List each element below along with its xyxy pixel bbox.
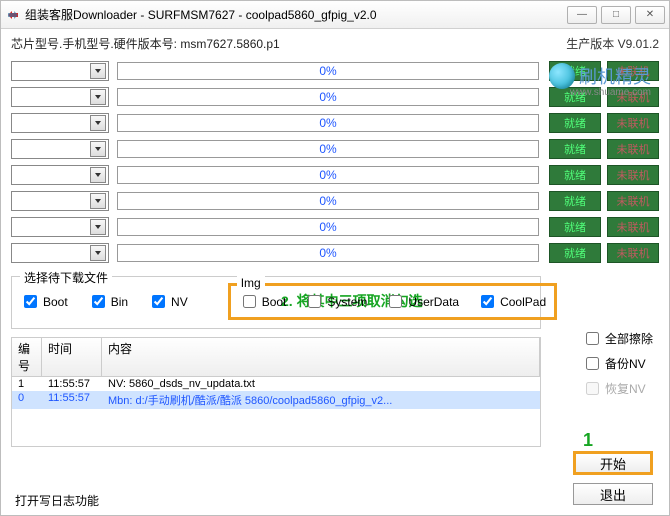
port-combo[interactable]: [11, 113, 109, 133]
app-window: 组装客服Downloader - SURFMSM7627 - coolpad58…: [0, 0, 670, 516]
progress-value: 0%: [319, 142, 336, 156]
checkbox-img-system[interactable]: System: [304, 292, 367, 311]
log-row[interactable]: 011:55:57Mbn: d:/手动刷机/酷派/酷派 5860/coolpad…: [12, 391, 540, 409]
version-info: 生产版本 V9.01.2: [566, 35, 659, 52]
log-header-time: 时间: [42, 338, 102, 376]
status-ready: 就绪: [549, 217, 601, 237]
progress-bar: 0%: [117, 218, 539, 236]
device-row: 0% 就绪未联机: [11, 162, 659, 188]
progress-bar: 0%: [117, 166, 539, 184]
progress-value: 0%: [319, 168, 336, 182]
progress-bar: 0%: [117, 62, 539, 80]
exit-button[interactable]: 退出: [573, 483, 653, 505]
device-row: 0% 就绪未联机: [11, 136, 659, 162]
maximize-button[interactable]: □: [601, 6, 631, 24]
chevron-down-icon[interactable]: [90, 219, 106, 235]
port-combo[interactable]: [11, 243, 109, 263]
footer-text: 打开写日志功能: [15, 492, 99, 509]
minimize-button[interactable]: —: [567, 6, 597, 24]
annotation-step1: 1: [583, 430, 593, 451]
checkbox-restore-nv[interactable]: 恢复NV: [582, 379, 653, 398]
status-ready: 就绪: [549, 113, 601, 133]
file-group: 选择待下载文件 Boot Bin NV Img Boot System User…: [11, 276, 541, 329]
device-row: 0% 就绪未联机: [11, 214, 659, 240]
checkbox-img-coolpad[interactable]: CoolPad: [477, 292, 546, 311]
progress-value: 0%: [319, 64, 336, 78]
log-list[interactable]: 编号 时间 内容 111:55:57NV: 5860_dsds_nv_updat…: [11, 337, 541, 447]
status-connection: 未联机: [607, 139, 659, 159]
brand-icon: [549, 63, 575, 89]
progress-bar: 0%: [117, 140, 539, 158]
progress-bar: 0%: [117, 244, 539, 262]
img-group-highlight: Img Boot System UserData CoolPad: [228, 283, 557, 320]
checkbox-img-userdata[interactable]: UserData: [385, 292, 459, 311]
chip-info: 芯片型号.手机型号.硬件版本号: msm7627.5860.p1: [11, 35, 280, 52]
chevron-down-icon[interactable]: [90, 167, 106, 183]
log-header-num: 编号: [12, 338, 42, 376]
brand-text: 刷机精灵: [579, 63, 651, 89]
progress-bar: 0%: [117, 88, 539, 106]
progress-value: 0%: [319, 116, 336, 130]
status-connection: 未联机: [607, 165, 659, 185]
checkbox-backup-nv[interactable]: 备份NV: [582, 354, 653, 373]
port-combo[interactable]: [11, 139, 109, 159]
status-ready: 就绪: [549, 243, 601, 263]
log-header-content: 内容: [102, 338, 540, 376]
brand-url: www.shuame.com: [570, 87, 651, 98]
checkbox-bin[interactable]: Bin: [88, 292, 128, 311]
title-bar: 组装客服Downloader - SURFMSM7627 - coolpad58…: [1, 1, 669, 29]
device-row: 0% 就绪未联机: [11, 110, 659, 136]
port-combo[interactable]: [11, 61, 109, 81]
checkbox-boot[interactable]: Boot: [20, 292, 68, 311]
checkbox-img-boot[interactable]: Boot: [239, 292, 287, 311]
chevron-down-icon[interactable]: [90, 245, 106, 261]
window-title: 组装客服Downloader - SURFMSM7627 - coolpad58…: [25, 6, 567, 23]
chevron-down-icon[interactable]: [90, 89, 106, 105]
right-options: 全部擦除 备份NV 恢复NV: [582, 329, 653, 398]
file-group-title: 选择待下载文件: [20, 269, 112, 286]
img-group-title: Img: [237, 276, 265, 290]
status-connection: 未联机: [607, 217, 659, 237]
progress-bar: 0%: [117, 192, 539, 210]
progress-value: 0%: [319, 220, 336, 234]
device-row: 0% 就绪未联机: [11, 240, 659, 266]
log-row[interactable]: 111:55:57NV: 5860_dsds_nv_updata.txt: [12, 377, 540, 391]
chevron-down-icon[interactable]: [90, 63, 106, 79]
progress-bar: 0%: [117, 114, 539, 132]
status-ready: 就绪: [549, 191, 601, 211]
start-button[interactable]: 开始: [573, 451, 653, 475]
port-combo[interactable]: [11, 191, 109, 211]
device-row: 0% 就绪未联机: [11, 188, 659, 214]
status-ready: 就绪: [549, 139, 601, 159]
progress-value: 0%: [319, 90, 336, 104]
chevron-down-icon[interactable]: [90, 141, 106, 157]
chevron-down-icon[interactable]: [90, 115, 106, 131]
port-combo[interactable]: [11, 87, 109, 107]
status-connection: 未联机: [607, 113, 659, 133]
port-combo[interactable]: [11, 217, 109, 237]
port-combo[interactable]: [11, 165, 109, 185]
progress-value: 0%: [319, 246, 336, 260]
close-button[interactable]: ✕: [635, 6, 665, 24]
status-connection: 未联机: [607, 243, 659, 263]
checkbox-clear-all[interactable]: 全部擦除: [582, 329, 653, 348]
chevron-down-icon[interactable]: [90, 193, 106, 209]
checkbox-nv[interactable]: NV: [148, 292, 188, 311]
app-icon: [5, 7, 21, 23]
progress-value: 0%: [319, 194, 336, 208]
status-connection: 未联机: [607, 191, 659, 211]
status-ready: 就绪: [549, 165, 601, 185]
watermark: 刷机精灵: [549, 63, 651, 89]
